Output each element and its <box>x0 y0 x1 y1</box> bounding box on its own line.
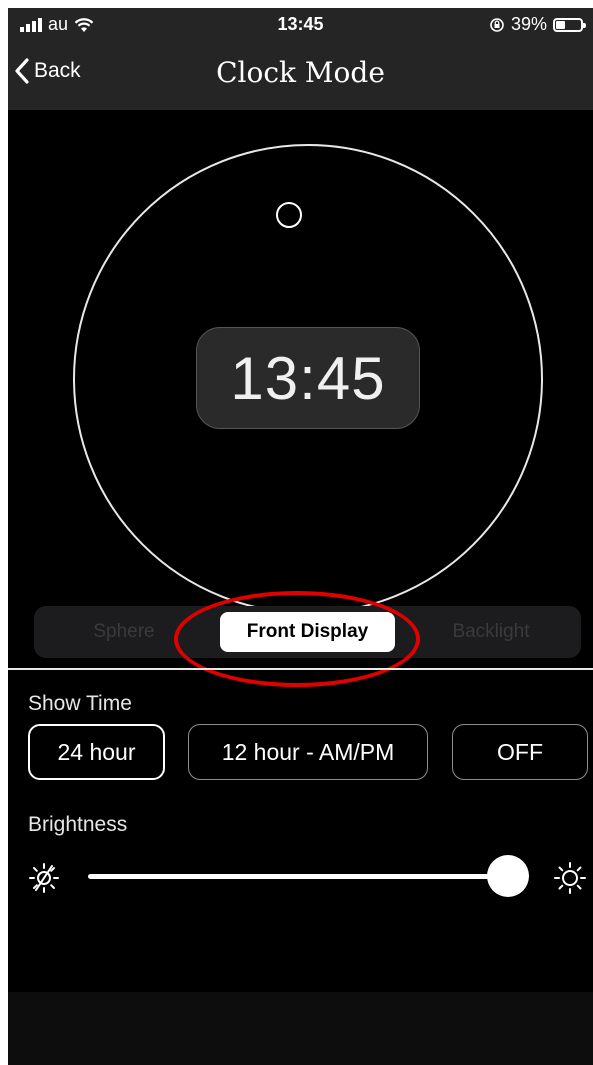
nav-bar: Back Clock Mode <box>8 52 593 104</box>
top-bar: au 13:45 39% Back Clock Mode <box>8 8 593 110</box>
brightness-off-icon <box>29 863 59 893</box>
bottom-area <box>8 992 593 1065</box>
rotation-lock-icon <box>490 17 504 32</box>
mode-segmented-control: Sphere Front Display Backlight <box>34 606 581 658</box>
tab-front-display[interactable]: Front Display <box>220 612 395 652</box>
battery-percent: 39% <box>510 14 547 34</box>
section-divider <box>8 668 593 670</box>
battery-icon <box>553 17 586 32</box>
tab-sphere[interactable]: Sphere <box>34 606 214 658</box>
phone-screen: au 13:45 39% Back Clock Mode 13:45 Spher… <box>8 8 593 1065</box>
status-right: 39% <box>489 14 586 35</box>
brightness-label: Brightness <box>28 813 128 836</box>
option-12-hour-button[interactable]: 12 hour - AM/PM <box>188 724 428 780</box>
brightness-high-icon <box>554 862 586 894</box>
brightness-slider-thumb[interactable] <box>487 855 529 897</box>
tab-backlight[interactable]: Backlight <box>401 606 581 658</box>
status-bar: au 13:45 39% <box>8 8 593 44</box>
brightness-slider-track[interactable] <box>88 874 508 879</box>
page-title: Clock Mode <box>216 56 385 89</box>
option-off-button[interactable]: OFF <box>452 724 588 780</box>
front-display-preview: 13:45 <box>196 327 420 429</box>
sphere-indicator-dot <box>276 202 302 228</box>
show-time-label: Show Time <box>28 692 132 715</box>
option-24-hour-button[interactable]: 24 hour <box>28 724 165 780</box>
